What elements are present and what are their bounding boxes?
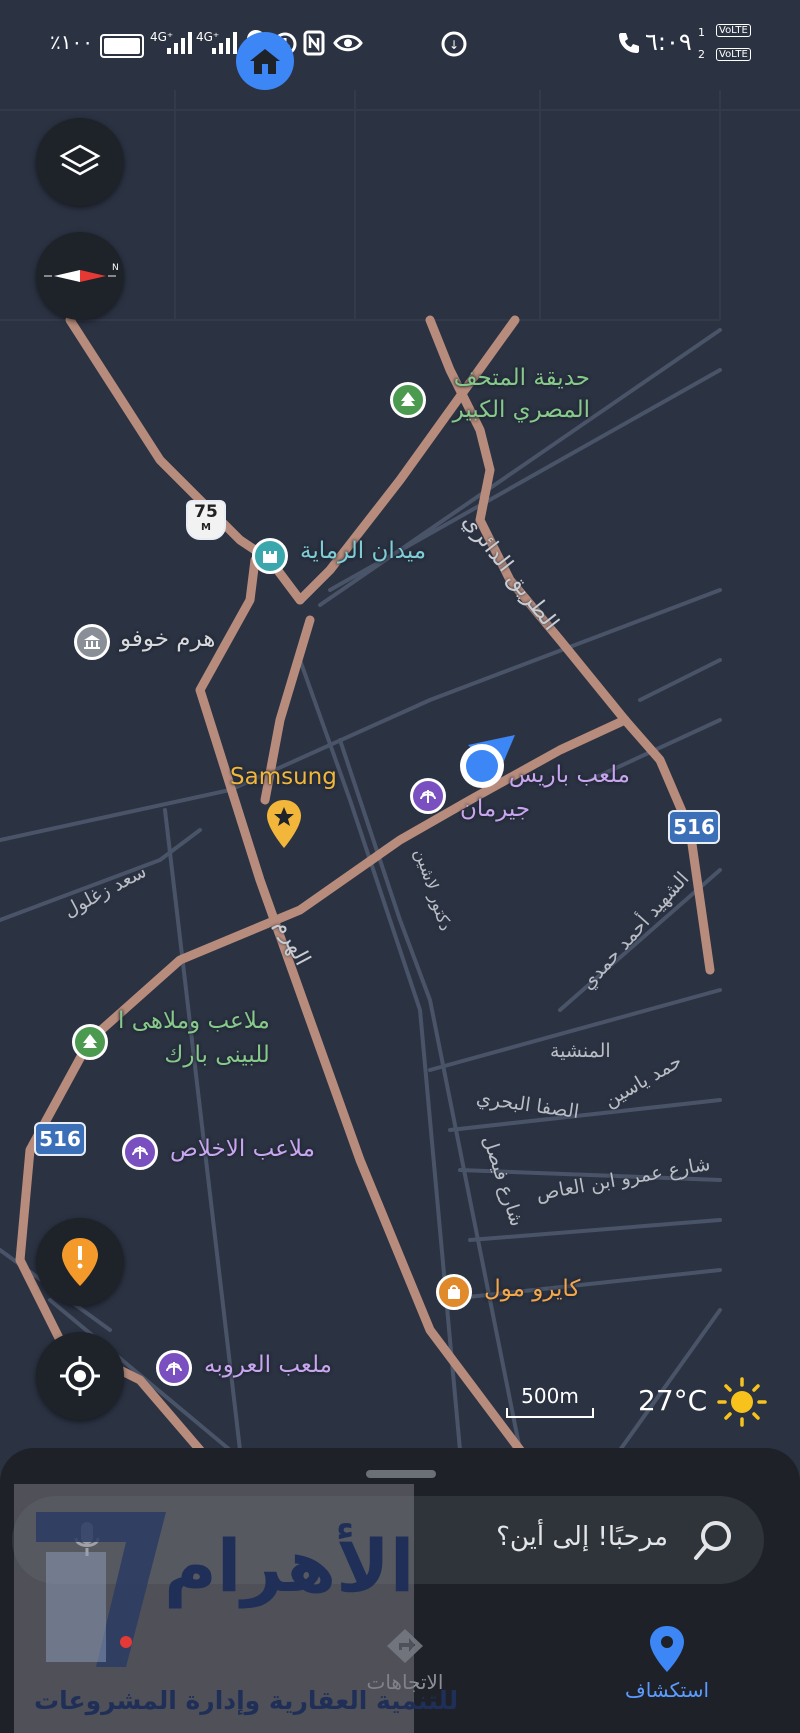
search-icon[interactable] bbox=[692, 1518, 736, 1562]
volte-badge-2: VoLTE bbox=[716, 48, 751, 61]
castle-poi-icon[interactable] bbox=[252, 538, 288, 574]
stadium-poi-icon[interactable] bbox=[156, 1350, 192, 1386]
poi-label-line: ملعب باريس bbox=[508, 762, 630, 788]
status-bar: ٪١٠٠ 4G⁺ 4G⁺ ↓ ٦:٠٩ 1 2 VoLTE VoLTE bbox=[0, 0, 800, 90]
poi-label-khufu[interactable]: هرم خوفو bbox=[120, 626, 215, 652]
poi-label-play-park[interactable]: ملاعب وملاهى ا للبينى بارك bbox=[118, 1004, 270, 1072]
monument-poi-icon[interactable] bbox=[74, 624, 110, 660]
route-shield-m75: 75 M bbox=[186, 500, 226, 540]
tab-label-explore: استكشاف bbox=[624, 1678, 710, 1702]
call-icon bbox=[619, 33, 639, 53]
data-saver-icon: ↓ bbox=[441, 31, 467, 57]
nfc-icon bbox=[303, 30, 325, 56]
battery-icon bbox=[100, 34, 144, 58]
watermark-overlay: الأهرام للتنمية العقارية وإدارة المشروعا… bbox=[14, 1484, 458, 1733]
sun-icon bbox=[717, 1377, 767, 1427]
poi-label-shooting-club[interactable]: ميدان الرماية bbox=[300, 538, 426, 564]
signal-icon-2 bbox=[212, 32, 237, 54]
signal-icon-1 bbox=[167, 32, 192, 54]
shopping-poi-icon[interactable] bbox=[436, 1274, 472, 1310]
scale-text: 500m bbox=[521, 1384, 579, 1408]
watermark-logo bbox=[36, 1512, 166, 1667]
compass-icon: N bbox=[44, 263, 119, 282]
poi-label-samsung[interactable]: Samsung bbox=[230, 764, 337, 790]
sheet-drag-handle[interactable] bbox=[366, 1470, 436, 1478]
route-shield-516-east: 516 bbox=[668, 810, 720, 844]
street-label-manshia: المنشية bbox=[550, 1040, 611, 1062]
scale-line bbox=[506, 1408, 594, 1418]
poi-label-museum-park[interactable]: حديقة المتحف المصري الكبير bbox=[440, 362, 590, 426]
shield-sub: M bbox=[201, 522, 211, 533]
route-shield-516-west: 516 bbox=[34, 1122, 86, 1156]
watermark-title: الأهرام bbox=[164, 1524, 415, 1608]
weather-temp: 27°C bbox=[638, 1384, 708, 1417]
report-button[interactable] bbox=[36, 1218, 124, 1306]
compass-button[interactable]: N bbox=[36, 232, 124, 320]
stadium-poi-icon[interactable] bbox=[410, 778, 446, 814]
watermark-subtitle: للتنمية العقارية وإدارة المشروعات bbox=[34, 1686, 459, 1715]
park-poi-icon[interactable] bbox=[390, 382, 426, 418]
poi-label-orouba[interactable]: ملعب العروبه bbox=[204, 1352, 332, 1378]
tab-explore[interactable]: استكشاف bbox=[612, 1624, 722, 1702]
volte-badge-1: VoLTE bbox=[716, 24, 751, 37]
poi-label-ikhlas[interactable]: ملاعب الاخلاص bbox=[170, 1136, 315, 1162]
poi-label-line: للبينى بارك bbox=[164, 1042, 270, 1068]
sim2-badge: 2 bbox=[698, 48, 705, 61]
search-placeholder[interactable]: مرحبًا! إلى أين؟ bbox=[496, 1522, 668, 1552]
status-time: ٦:٠٩ bbox=[645, 28, 692, 56]
svg-text:↓: ↓ bbox=[449, 38, 459, 52]
poi-label-line: حديقة المتحف bbox=[453, 365, 590, 391]
crosshair-icon bbox=[60, 1356, 100, 1396]
layers-icon bbox=[59, 144, 101, 176]
poi-label-cairo-mall[interactable]: كايرو مول bbox=[484, 1276, 580, 1302]
poi-label-line: ملاعب وملاهى ا bbox=[118, 1008, 270, 1034]
park-poi-icon[interactable] bbox=[72, 1024, 108, 1060]
poi-label-line: المصري الكبير bbox=[452, 397, 590, 423]
my-location-button[interactable] bbox=[36, 1332, 124, 1420]
sim1-badge: 1 bbox=[698, 26, 705, 39]
layers-button[interactable] bbox=[36, 118, 124, 206]
home-pin[interactable] bbox=[236, 32, 294, 90]
battery-percent: ٪١٠٠ bbox=[50, 30, 93, 54]
stadium-poi-icon[interactable] bbox=[122, 1134, 158, 1170]
poi-label-line: جيرمان bbox=[460, 796, 531, 822]
home-icon bbox=[250, 49, 280, 74]
alert-pin-icon bbox=[62, 1238, 98, 1286]
map-screen: ٪١٠٠ 4G⁺ 4G⁺ ↓ ٦:٠٩ 1 2 VoLTE VoLTE N حد… bbox=[0, 0, 800, 1733]
samsung-pin-icon[interactable] bbox=[264, 798, 304, 850]
svg-text:N: N bbox=[112, 263, 119, 273]
explore-pin-icon bbox=[650, 1626, 684, 1672]
poi-label-paris-stadium[interactable]: ملعب باريس جيرمان bbox=[460, 758, 630, 826]
eye-icon bbox=[333, 34, 363, 52]
shield-number: 75 bbox=[194, 502, 218, 522]
scale-bar: 500m bbox=[506, 1384, 594, 1418]
